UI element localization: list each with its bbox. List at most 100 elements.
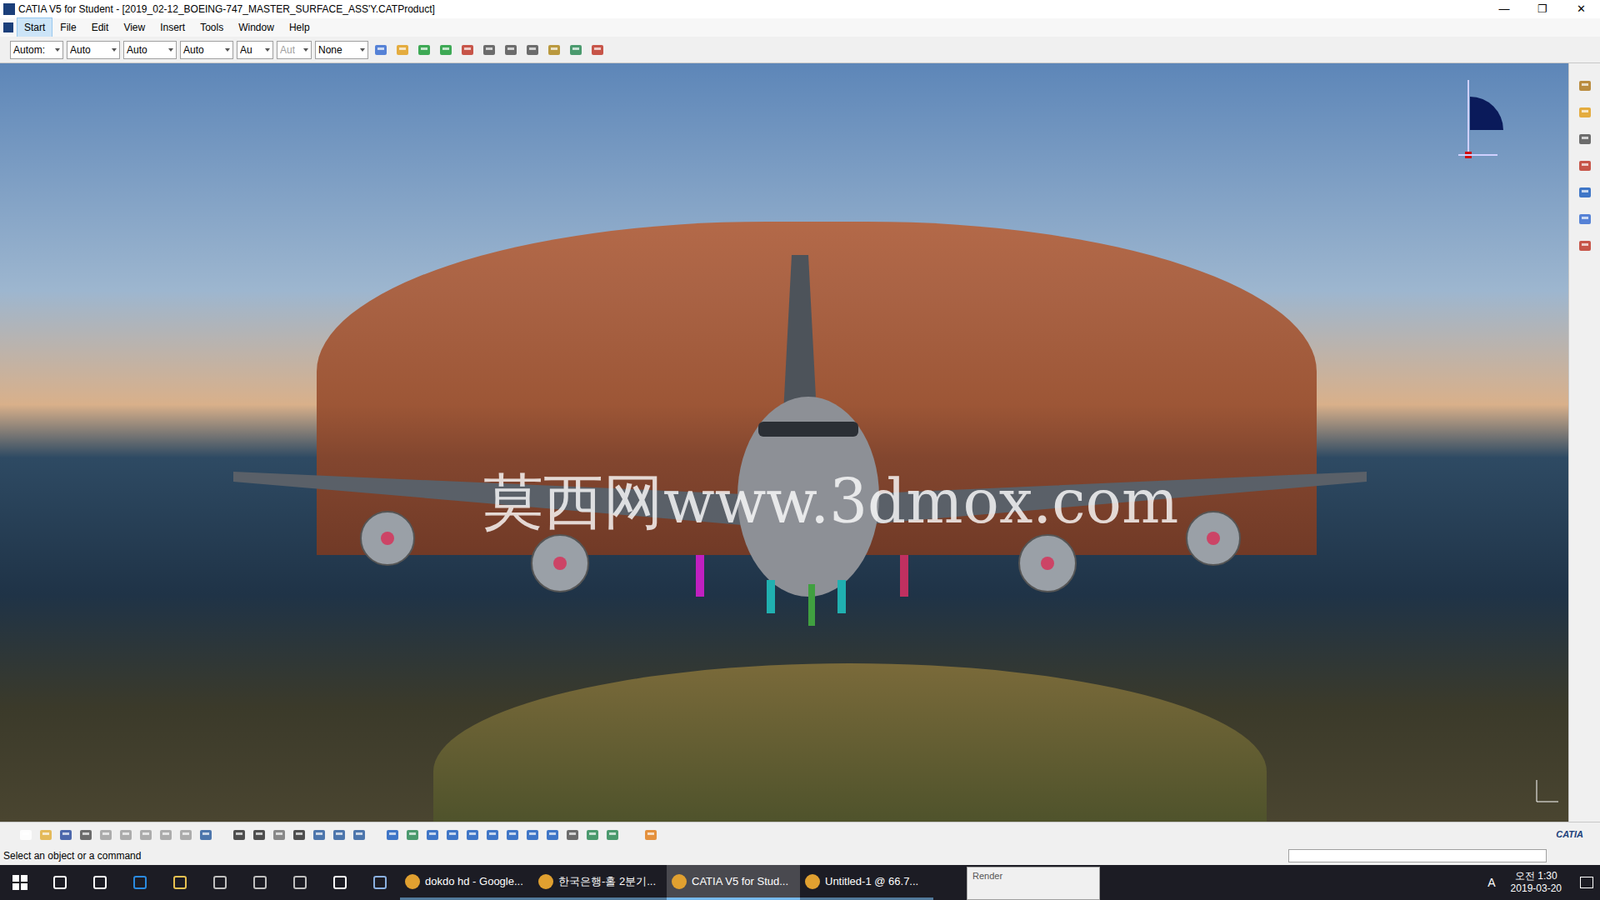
airplane-model[interactable] bbox=[233, 246, 1367, 647]
tray-icon[interactable] bbox=[1350, 877, 1361, 888]
bottom-toolbar: CATIA bbox=[0, 821, 1600, 847]
taskbar-pinned-icon[interactable] bbox=[80, 865, 120, 900]
render-panel[interactable]: Render bbox=[966, 866, 1100, 900]
tool-icon[interactable] bbox=[270, 825, 289, 845]
tool-icon[interactable] bbox=[136, 825, 155, 845]
tool-icon[interactable] bbox=[545, 40, 564, 60]
command-input[interactable] bbox=[1288, 849, 1547, 863]
tray-icon[interactable] bbox=[1450, 877, 1461, 888]
tool-icon[interactable] bbox=[503, 825, 522, 845]
tool-icon[interactable] bbox=[176, 825, 195, 845]
ime-indicator[interactable]: A bbox=[1484, 874, 1499, 892]
style-dropdown[interactable]: Auto bbox=[123, 40, 177, 60]
style-dropdown[interactable]: None bbox=[315, 40, 369, 60]
tool-icon[interactable] bbox=[116, 825, 135, 845]
menu-item[interactable]: File bbox=[52, 17, 84, 38]
tool-icon[interactable] bbox=[1575, 76, 1595, 95]
tool-icon[interactable] bbox=[16, 825, 35, 845]
taskbar-pinned-icon[interactable] bbox=[360, 865, 400, 900]
menu-item[interactable]: Help bbox=[281, 17, 318, 38]
tray-icon[interactable] bbox=[1367, 877, 1378, 888]
tool-icon[interactable] bbox=[290, 825, 309, 845]
tool-icon[interactable] bbox=[563, 825, 582, 845]
taskbar-app[interactable]: 한국은행-홀 2분기... bbox=[533, 865, 667, 900]
compass-icon[interactable] bbox=[1451, 71, 1519, 164]
style-dropdown[interactable]: Autom: bbox=[10, 40, 64, 60]
tool-icon[interactable] bbox=[1575, 130, 1595, 149]
tool-icon[interactable] bbox=[156, 825, 175, 845]
taskbar-app[interactable]: CATIA V5 for Stud... bbox=[666, 865, 800, 900]
render-icon[interactable] bbox=[641, 825, 660, 845]
menu-item[interactable]: Edit bbox=[84, 17, 117, 38]
taskbar-pinned-icon[interactable] bbox=[120, 865, 160, 900]
tray-icon[interactable] bbox=[1334, 877, 1345, 888]
tray-icon[interactable] bbox=[1467, 877, 1478, 888]
menu-item[interactable]: Tools bbox=[192, 17, 231, 38]
taskbar-pinned-icon[interactable] bbox=[160, 865, 200, 900]
tool-icon[interactable] bbox=[36, 825, 55, 845]
notification-icon[interactable] bbox=[1580, 876, 1594, 889]
tray-icon[interactable] bbox=[1317, 877, 1328, 888]
style-dropdown[interactable]: Au bbox=[236, 40, 274, 60]
tool-icon[interactable] bbox=[423, 825, 442, 845]
taskbar-pinned-icon[interactable] bbox=[200, 865, 240, 900]
tool-icon[interactable] bbox=[350, 825, 369, 845]
taskbar-app[interactable]: dokdo hd - Google... bbox=[400, 865, 534, 900]
taskbar-pinned-icon[interactable] bbox=[240, 865, 280, 900]
tool-icon[interactable] bbox=[371, 40, 390, 60]
tool-icon[interactable] bbox=[96, 825, 115, 845]
tool-icon[interactable] bbox=[583, 825, 602, 845]
tool-icon[interactable] bbox=[483, 825, 502, 845]
tool-icon[interactable] bbox=[1575, 236, 1595, 255]
tool-icon[interactable] bbox=[443, 825, 462, 845]
tray-icon[interactable] bbox=[1417, 877, 1428, 888]
dropdown-value: Auto bbox=[183, 42, 205, 58]
tool-icon[interactable] bbox=[458, 40, 477, 60]
tool-icon[interactable] bbox=[383, 825, 402, 845]
window-control[interactable]: ❐ bbox=[1523, 0, 1562, 18]
menu-item[interactable]: View bbox=[115, 17, 153, 38]
tool-icon[interactable] bbox=[523, 40, 542, 60]
3d-viewport[interactable]: 莫西网www.3dmox.com bbox=[0, 63, 1569, 822]
tool-icon[interactable] bbox=[1575, 103, 1595, 122]
tool-icon[interactable] bbox=[415, 40, 434, 60]
menu-item[interactable]: Start bbox=[16, 17, 53, 38]
tool-icon[interactable] bbox=[196, 825, 215, 845]
tray-icon[interactable] bbox=[1384, 877, 1395, 888]
start-button[interactable] bbox=[0, 865, 40, 900]
tool-icon[interactable] bbox=[310, 825, 329, 845]
tool-icon[interactable] bbox=[480, 40, 499, 60]
tool-icon[interactable] bbox=[543, 825, 562, 845]
tool-icon[interactable] bbox=[393, 40, 412, 60]
taskbar-pinned-icon[interactable] bbox=[40, 865, 80, 900]
tool-icon[interactable] bbox=[250, 825, 269, 845]
window-control[interactable]: — bbox=[1485, 0, 1524, 18]
tool-icon[interactable] bbox=[463, 825, 482, 845]
tool-icon[interactable] bbox=[501, 40, 520, 60]
clock[interactable]: 오전 1:302019-03-20 bbox=[1505, 870, 1567, 895]
tray-icon[interactable] bbox=[1434, 877, 1445, 888]
tool-icon[interactable] bbox=[330, 825, 349, 845]
tool-icon[interactable] bbox=[436, 40, 455, 60]
tool-icon[interactable] bbox=[76, 825, 95, 845]
tool-icon[interactable] bbox=[603, 825, 622, 845]
tool-icon[interactable] bbox=[1575, 183, 1595, 202]
taskbar-pinned-icon[interactable] bbox=[280, 865, 320, 900]
taskbar-pinned-icon[interactable] bbox=[320, 865, 360, 900]
taskbar-app[interactable]: Untitled-1 @ 66.7... bbox=[800, 865, 934, 900]
tool-icon[interactable] bbox=[230, 825, 249, 845]
foreground-plants bbox=[433, 663, 1267, 822]
tool-icon[interactable] bbox=[588, 40, 607, 60]
tool-icon[interactable] bbox=[1575, 210, 1595, 229]
style-dropdown[interactable]: Auto bbox=[180, 40, 234, 60]
tool-icon[interactable] bbox=[566, 40, 585, 60]
window-control[interactable]: ✕ bbox=[1561, 0, 1600, 18]
tool-icon[interactable] bbox=[1575, 156, 1595, 175]
style-dropdown[interactable]: Auto bbox=[66, 40, 120, 60]
tool-icon[interactable] bbox=[56, 825, 75, 845]
tray-icon[interactable] bbox=[1400, 877, 1411, 888]
menu-item[interactable]: Insert bbox=[152, 17, 193, 38]
menu-item[interactable]: Window bbox=[230, 17, 282, 38]
tool-icon[interactable] bbox=[523, 825, 542, 845]
tool-icon[interactable] bbox=[403, 825, 422, 845]
